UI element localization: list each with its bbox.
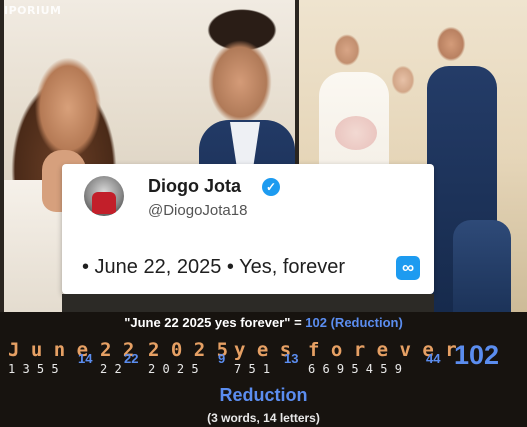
word-letters: J u n e bbox=[8, 339, 89, 361]
word-digits: 2 0 2 5 bbox=[148, 362, 199, 376]
word-sum: 22 bbox=[124, 351, 139, 366]
tweet-text: • June 22, 2025 • Yes, forever bbox=[82, 256, 346, 278]
word-digits: 6 6 9 5 4 5 9 bbox=[308, 362, 402, 376]
watermark: IPORIUM bbox=[4, 4, 62, 17]
tweet-author-name: Diogo Jota bbox=[148, 176, 241, 196]
tweet-author-handle: @DiogoJota18 bbox=[148, 202, 248, 219]
word-digits: 2 2 bbox=[100, 362, 122, 376]
gematria-calculation: "June 22 2025 yes forever" = 102 (Reduct… bbox=[0, 312, 527, 427]
word-digits: 7 5 1 bbox=[234, 362, 271, 376]
result-value: 102 (Reduction) bbox=[305, 315, 403, 330]
card-shadow-strip bbox=[62, 294, 434, 312]
word-letter-stats: (3 words, 14 letters) bbox=[207, 411, 320, 425]
word-letters: y e s bbox=[234, 339, 292, 361]
avatar bbox=[84, 176, 124, 216]
word-sum: 14 bbox=[78, 351, 93, 366]
news-photo: IPORIUM Diogo Jota ✓ @DiogoJota18 • June… bbox=[0, 0, 527, 312]
bouquet bbox=[335, 116, 377, 150]
infinity-icon: ∞ bbox=[396, 256, 420, 280]
method-label: Reduction bbox=[219, 385, 308, 405]
child-suit bbox=[453, 220, 511, 312]
phrase-text: "June 22 2025 yes forever" bbox=[124, 315, 291, 330]
letter-breakdown: J u n e 1 3 5 5 14 2 2 2 2 22 2 0 2 5 2 … bbox=[8, 339, 527, 391]
equals-sign: = bbox=[294, 315, 302, 330]
verified-check-icon: ✓ bbox=[262, 178, 280, 196]
word-sum: 44 bbox=[426, 351, 441, 366]
word-letters: 2 0 2 5 bbox=[148, 339, 229, 361]
total-value: 102 bbox=[454, 340, 500, 370]
word-sum: 9 bbox=[218, 351, 226, 366]
equation-line: "June 22 2025 yes forever" = 102 (Reduct… bbox=[0, 315, 527, 330]
word-digits: 1 3 5 5 bbox=[8, 362, 59, 376]
word-sum: 13 bbox=[284, 351, 299, 366]
tweet-card: Diogo Jota ✓ @DiogoJota18 • June 22, 202… bbox=[62, 164, 434, 294]
